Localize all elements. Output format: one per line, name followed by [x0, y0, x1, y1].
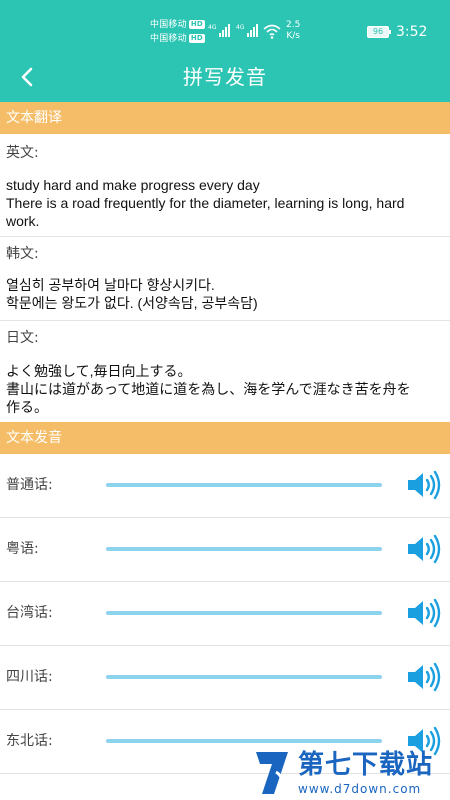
page-title: 拼写发音 — [183, 65, 267, 89]
divider-english — [0, 236, 450, 237]
english-text: study hard and make progress every day T… — [6, 176, 444, 230]
korean-text: 열심히 공부하여 날마다 향상시키다. 학문에는 왕도가 없다. (서양속담, … — [6, 276, 444, 312]
voice-row-cantonese: 粤语: — [0, 518, 450, 582]
speaker-icon[interactable] — [406, 470, 442, 500]
status-time: 3:52 — [396, 24, 428, 40]
korean-line-1: 열심히 공부하여 날마다 향상시키다. — [6, 277, 215, 293]
voice-label-sichuanese: 四川话: — [6, 669, 53, 685]
status-bar: 中国移动 HD 中国移动 HD 4G 4G 2.5 K/s 96 3:52 — [0, 0, 450, 52]
audio-line — [106, 739, 382, 743]
signal-icon-2: 4G — [236, 24, 258, 37]
japanese-label: 日文: — [6, 330, 39, 346]
japanese-line-1: よく勉強して,毎日向上する。 — [6, 363, 192, 379]
japanese-line-3: 作る。 — [6, 399, 48, 415]
carrier-2: 中国移动 HD — [150, 34, 205, 45]
english-line-3: work. — [6, 213, 40, 229]
voice-label-northeastern: 东北话: — [6, 733, 53, 749]
korean-label: 韩文: — [6, 246, 39, 262]
signal-icon-1: 4G — [208, 24, 230, 37]
carrier-1: 中国移动 HD — [150, 20, 205, 31]
korean-line-2: 학문에는 왕도가 없다. (서양속담, 공부속담) — [6, 295, 258, 311]
english-line-1: study hard and make progress every day — [6, 177, 260, 193]
watermark-logo-icon — [256, 752, 288, 794]
network-speed: 2.5 K/s — [286, 20, 300, 42]
hd-badge-1: HD — [188, 20, 205, 29]
network-speed-unit: K/s — [286, 31, 300, 41]
wifi-icon — [263, 24, 281, 39]
carrier-1-name: 中国移动 — [150, 20, 187, 30]
watermark-url: www.d7down.com — [298, 782, 422, 796]
watermark: 第七下载站 www.d7down.com — [250, 748, 450, 800]
carrier-2-name: 中国移动 — [150, 34, 187, 44]
network-speed-value: 2.5 — [286, 20, 301, 30]
svg-text:4G: 4G — [208, 24, 217, 31]
pronunciation-section-header: 文本发音 — [0, 422, 450, 454]
english-line-2: There is a road frequently for the diame… — [6, 195, 405, 211]
translation-section-header: 文本翻译 — [0, 102, 450, 134]
watermark-name: 第七下载站 — [298, 750, 434, 780]
battery-icon: 96 — [367, 26, 391, 38]
voice-label-taiwanese: 台湾话: — [6, 605, 53, 621]
speaker-icon[interactable] — [406, 662, 442, 692]
hd-badge-2: HD — [188, 34, 205, 43]
audio-line — [106, 675, 382, 679]
japanese-text: よく勉強して,毎日向上する。 書山には道があって地道に道を為し、海を学んで涯なき… — [6, 362, 444, 416]
audio-line — [106, 483, 382, 487]
speaker-icon[interactable] — [406, 598, 442, 628]
english-label: 英文: — [6, 145, 39, 161]
divider-korean — [0, 320, 450, 321]
audio-line — [106, 611, 382, 615]
voice-row-taiwanese: 台湾话: — [0, 582, 450, 646]
voice-row-mandarin: 普通话: — [0, 454, 450, 518]
voice-label-cantonese: 粤语: — [6, 541, 39, 557]
voice-label-mandarin: 普通话: — [6, 477, 53, 493]
voice-row-sichuanese: 四川话: — [0, 646, 450, 710]
title-bar: 拼写发音 — [0, 52, 450, 102]
svg-text:4G: 4G — [236, 24, 245, 31]
speaker-icon[interactable] — [406, 534, 442, 564]
japanese-line-2: 書山には道があって地道に道を為し、海を学んで涯なき苦を舟を — [6, 381, 411, 397]
audio-line — [106, 547, 382, 551]
